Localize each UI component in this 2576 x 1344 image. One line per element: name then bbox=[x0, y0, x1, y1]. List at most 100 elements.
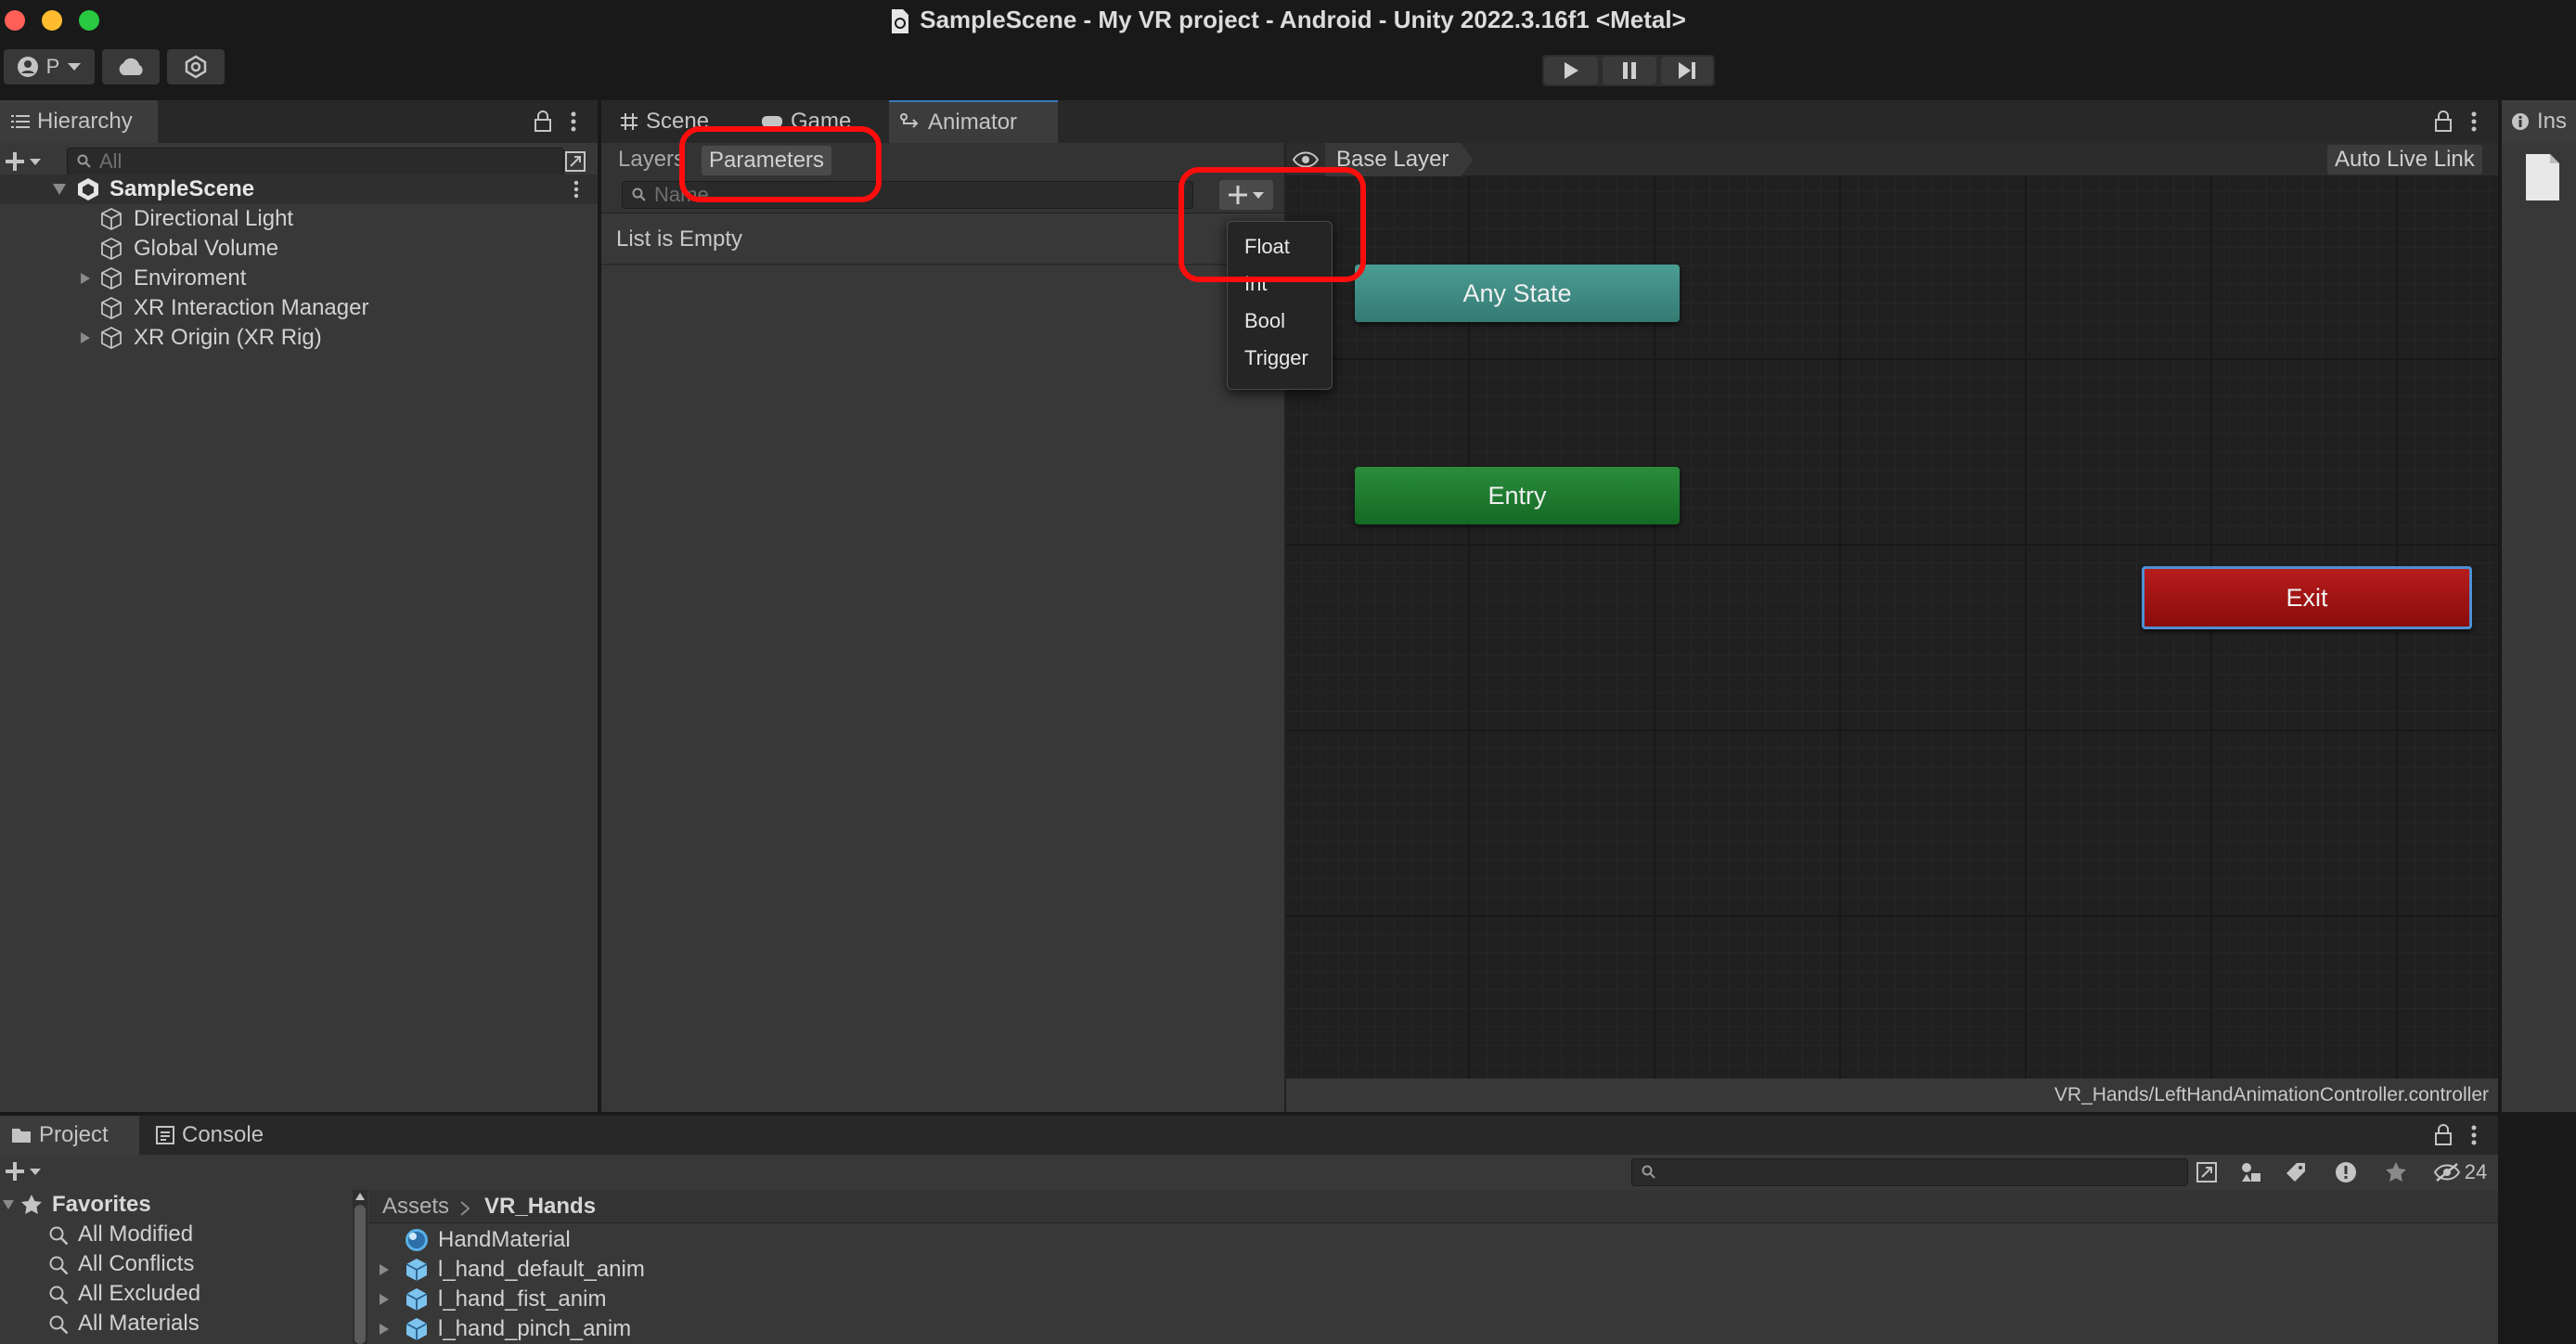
hierarchy-list: Directional Light Global Volume Enviroment… bbox=[0, 204, 598, 353]
tab-label: Ins bbox=[2537, 109, 2568, 134]
collapsed-arrow-icon[interactable] bbox=[80, 272, 91, 285]
animator-icon bbox=[900, 113, 921, 132]
asset-label: l_hand_fist_anim bbox=[438, 1286, 607, 1312]
info-icon bbox=[2511, 112, 2530, 131]
file-icon bbox=[2524, 152, 2561, 202]
main-toolbar: P bbox=[0, 39, 2576, 97]
account-icon bbox=[17, 56, 39, 78]
entry-node[interactable]: Entry bbox=[1355, 467, 1680, 524]
exit-node[interactable]: Exit bbox=[2142, 566, 2472, 629]
menu-item-trigger[interactable]: Trigger bbox=[1228, 340, 1332, 377]
breadcrumb-assets[interactable]: Assets bbox=[382, 1190, 449, 1223]
console-icon bbox=[156, 1126, 174, 1144]
title-bar: SampleScene - My VR project - Android - … bbox=[0, 0, 2576, 39]
auto-live-link-toggle[interactable]: Auto Live Link bbox=[2327, 145, 2482, 174]
scroll-thumb[interactable] bbox=[354, 1205, 366, 1344]
warning-filter-icon[interactable] bbox=[2333, 1158, 2359, 1186]
play-button[interactable] bbox=[1544, 57, 1598, 84]
scroll-up-icon bbox=[354, 1192, 366, 1201]
scene-search-icon[interactable] bbox=[562, 147, 588, 176]
filter-by-label-icon[interactable] bbox=[2283, 1158, 2309, 1186]
empty-list-label: List is Empty bbox=[616, 226, 743, 252]
star-icon bbox=[20, 1194, 43, 1216]
tab-label: Hierarchy bbox=[37, 109, 133, 134]
hierarchy-search-input[interactable]: All bbox=[67, 148, 564, 175]
asset-list: HandMaterial l_hand_default_anim l_hand_fi… bbox=[369, 1225, 2498, 1344]
favorite-item[interactable]: All Modified bbox=[0, 1220, 353, 1249]
account-dropdown[interactable]: P bbox=[4, 49, 95, 84]
asset-label: HandMaterial bbox=[438, 1227, 571, 1252]
grid-icon bbox=[620, 112, 638, 131]
tab-inspector[interactable]: Ins bbox=[2502, 100, 2576, 143]
menu-item-bool[interactable]: Bool bbox=[1228, 303, 1332, 340]
tab-layers[interactable]: Layers bbox=[618, 143, 685, 176]
more-options-icon[interactable] bbox=[564, 110, 583, 134]
asset-item[interactable]: l_hand_pinch_anim bbox=[369, 1314, 2498, 1344]
more-options-icon[interactable] bbox=[2465, 1123, 2483, 1147]
expanded-arrow-icon bbox=[52, 183, 67, 196]
plus-icon bbox=[5, 1161, 25, 1182]
project-panel: Project Console 24 Favorites All Modifie… bbox=[0, 1116, 2498, 1344]
favorites-row[interactable]: Favorites bbox=[0, 1190, 353, 1220]
asset-item[interactable]: l_hand_default_anim bbox=[369, 1255, 2498, 1285]
tree-scrollbar[interactable] bbox=[353, 1190, 367, 1344]
cloud-button[interactable] bbox=[102, 49, 160, 84]
search-icon bbox=[632, 187, 647, 202]
center-tabbar: Scene Game Animator bbox=[601, 100, 2498, 143]
more-options-icon[interactable] bbox=[2465, 110, 2483, 134]
window-title: SampleScene - My VR project - Android - … bbox=[0, 0, 2576, 39]
chevron-right-icon bbox=[460, 1201, 470, 1216]
hidden-packages-toggle[interactable]: 24 bbox=[2428, 1158, 2492, 1186]
lock-icon[interactable] bbox=[531, 110, 555, 134]
lock-icon[interactable] bbox=[2431, 110, 2455, 134]
asset-breadcrumb-bar: Assets VR_Hands bbox=[369, 1190, 2498, 1223]
tab-hierarchy[interactable]: Hierarchy bbox=[0, 100, 158, 143]
hierarchy-item-label: Directional Light bbox=[134, 206, 294, 231]
material-icon bbox=[405, 1228, 429, 1252]
tab-label: Console bbox=[182, 1122, 264, 1147]
hierarchy-item-label: XR Origin (XR Rig) bbox=[134, 325, 322, 350]
hierarchy-item[interactable]: Global Volume bbox=[0, 234, 598, 264]
more-options-icon[interactable] bbox=[573, 180, 579, 199]
collapsed-arrow-icon[interactable] bbox=[80, 331, 91, 344]
tab-console[interactable]: Console bbox=[145, 1116, 275, 1155]
tab-animator[interactable]: Animator bbox=[889, 100, 1058, 143]
hierarchy-item[interactable]: XR Origin (XR Rig) bbox=[0, 323, 598, 353]
gameobject-icon bbox=[100, 208, 122, 230]
asset-label: l_hand_default_anim bbox=[438, 1257, 645, 1282]
asset-item[interactable]: l_hand_fist_anim bbox=[369, 1285, 2498, 1314]
collab-button[interactable] bbox=[167, 49, 225, 84]
gameobject-icon bbox=[100, 238, 122, 260]
model-icon bbox=[405, 1258, 429, 1282]
hierarchy-item[interactable]: Directional Light bbox=[0, 204, 598, 234]
favorite-item[interactable]: All Materials bbox=[0, 1309, 353, 1338]
collapsed-arrow-icon[interactable] bbox=[379, 1323, 390, 1336]
model-icon bbox=[405, 1287, 429, 1312]
favorite-item[interactable]: All Conflicts bbox=[0, 1249, 353, 1279]
filter-by-type-icon[interactable] bbox=[2238, 1158, 2264, 1186]
step-icon bbox=[1676, 60, 1698, 81]
chevron-down-icon bbox=[29, 1168, 42, 1176]
play-icon bbox=[1562, 60, 1580, 81]
collapsed-arrow-icon[interactable] bbox=[379, 1293, 390, 1306]
star-icon[interactable] bbox=[2383, 1158, 2409, 1186]
step-button[interactable] bbox=[1661, 57, 1713, 84]
any-state-node[interactable]: Any State bbox=[1355, 265, 1680, 322]
pause-button[interactable] bbox=[1603, 57, 1656, 84]
search-scope-icon[interactable] bbox=[2194, 1158, 2220, 1186]
inspector-tabbar: Ins bbox=[2502, 100, 2576, 143]
asset-label: l_hand_pinch_anim bbox=[438, 1316, 632, 1341]
hierarchy-item[interactable]: Enviroment bbox=[0, 264, 598, 293]
gameobject-icon bbox=[100, 297, 122, 319]
project-search-input[interactable] bbox=[1631, 1158, 2188, 1186]
favorite-item[interactable]: All Excluded bbox=[0, 1279, 353, 1309]
create-dropdown[interactable] bbox=[2, 1155, 45, 1188]
hierarchy-item[interactable]: XR Interaction Manager bbox=[0, 293, 598, 323]
scene-row[interactable]: SampleScene bbox=[0, 174, 598, 204]
collapsed-arrow-icon[interactable] bbox=[379, 1263, 390, 1276]
plus-icon bbox=[5, 151, 25, 172]
lock-icon[interactable] bbox=[2431, 1123, 2455, 1147]
tab-project[interactable]: Project bbox=[0, 1116, 139, 1155]
asset-item[interactable]: HandMaterial bbox=[369, 1225, 2498, 1255]
breadcrumb-folder[interactable]: VR_Hands bbox=[484, 1190, 596, 1223]
